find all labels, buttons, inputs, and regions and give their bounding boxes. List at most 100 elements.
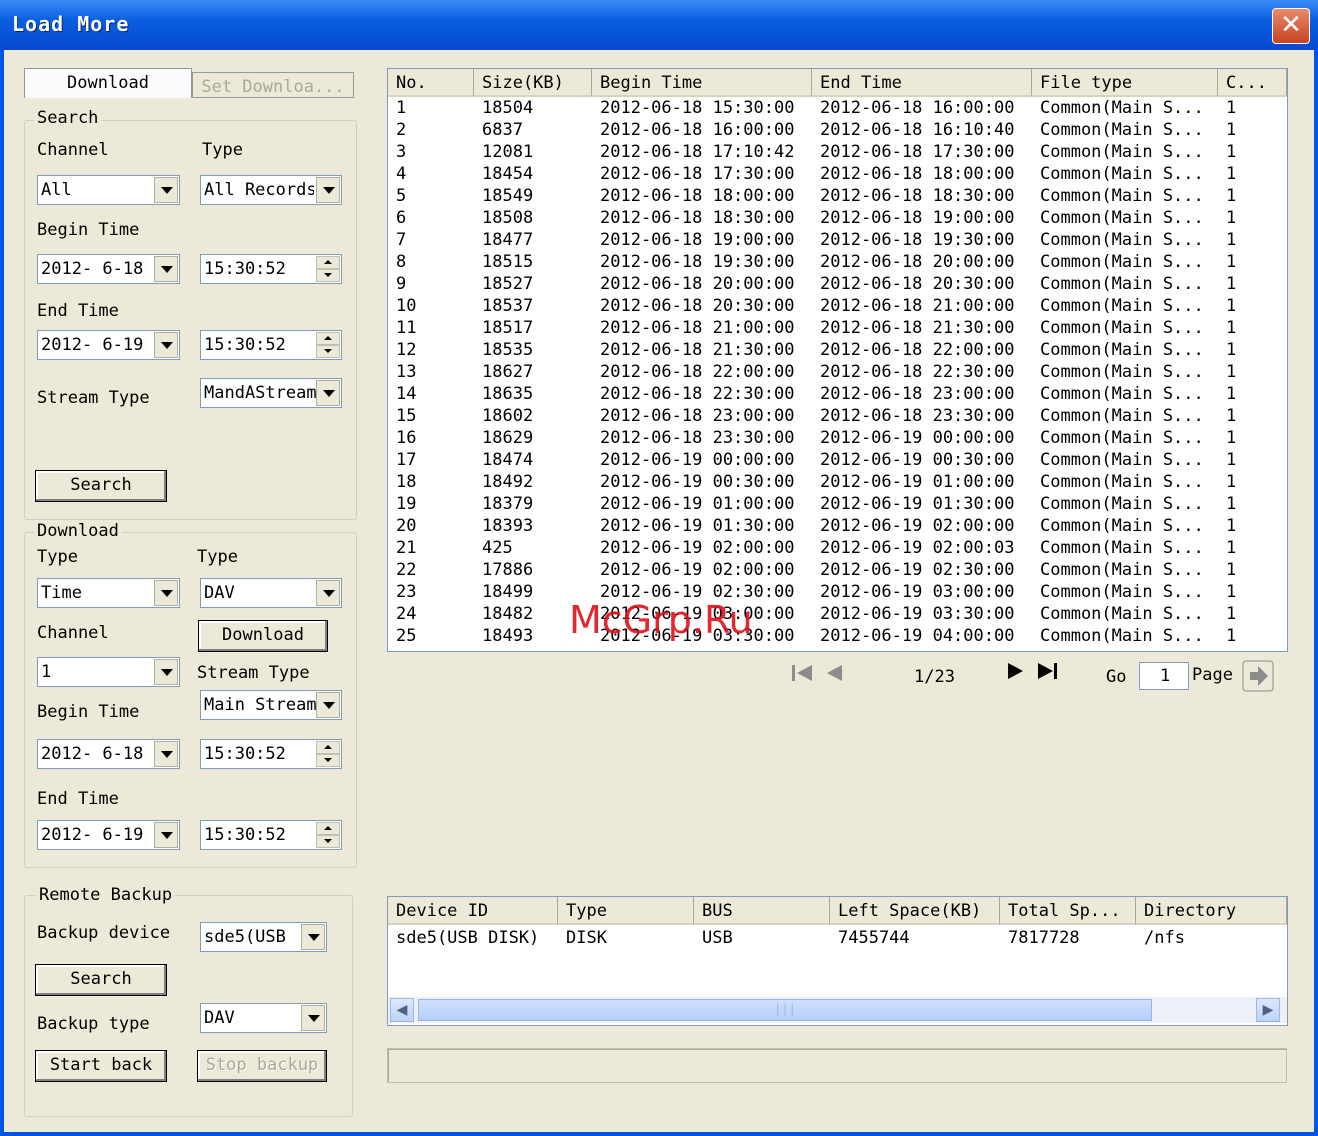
table-row[interactable]: 15 18602 2012-06-18 23:00:00 2012-06-18 23:… [388, 405, 1287, 427]
spin-up-icon[interactable] [316, 741, 340, 754]
table-row[interactable]: 21 425 2012-06-19 02:00:00 2012-06-19 02:00… [388, 537, 1287, 559]
table-row[interactable]: 6 18508 2012-06-18 18:30:00 2012-06-18 19:0… [388, 207, 1287, 229]
table-row[interactable]: 14 18635 2012-06-18 22:30:00 2012-06-18 23:… [388, 383, 1287, 405]
table-row[interactable]: 5 18549 2012-06-18 18:00:00 2012-06-18 18:3… [388, 185, 1287, 207]
download-stream-type-select[interactable]: Main Stream [200, 690, 342, 720]
column-header[interactable]: Directory [1136, 897, 1287, 925]
column-header[interactable]: Device ID [388, 897, 558, 925]
table-row[interactable]: 8 18515 2012-06-18 19:30:00 2012-06-18 20:0… [388, 251, 1287, 273]
search-button[interactable]: Search [35, 470, 167, 502]
prev-page-icon[interactable] [824, 662, 846, 684]
begin-time-label: Begin Time [37, 220, 140, 240]
type-select[interactable]: All Records [200, 175, 342, 205]
chevron-down-icon[interactable] [301, 924, 325, 950]
table-row[interactable]: 11 18517 2012-06-18 21:00:00 2012-06-18 21:… [388, 317, 1287, 339]
go-arrow-icon[interactable] [1242, 660, 1274, 692]
table-row[interactable]: 1 18504 2012-06-18 15:30:00 2012-06-18 16:0… [388, 97, 1287, 119]
backup-type-select[interactable]: DAV [200, 1003, 327, 1033]
chevron-down-icon[interactable] [154, 332, 178, 358]
chevron-down-icon[interactable] [154, 177, 178, 203]
first-page-icon[interactable] [790, 662, 814, 684]
chevron-down-icon[interactable] [154, 822, 178, 848]
next-page-icon[interactable] [1004, 660, 1026, 682]
download-begin-date-picker[interactable]: 2012- 6-18 [37, 739, 180, 769]
table-row[interactable]: 20 18393 2012-06-19 01:30:00 2012-06-19 02:… [388, 515, 1287, 537]
table-row[interactable]: 16 18629 2012-06-18 23:30:00 2012-06-19 00:… [388, 427, 1287, 449]
table-row[interactable]: 13 18627 2012-06-18 22:00:00 2012-06-18 22:… [388, 361, 1287, 383]
chevron-down-icon[interactable] [316, 380, 340, 406]
download-channel-select[interactable]: 1 [37, 657, 180, 687]
table-row[interactable]: 19 18379 2012-06-19 01:00:00 2012-06-19 01:… [388, 493, 1287, 515]
begin-date-picker[interactable]: 2012- 6-18 [37, 254, 180, 284]
end-time-spinner[interactable]: 15:30:52 [200, 330, 342, 360]
table-row[interactable]: 24 18482 2012-06-19 03:00:00 2012-06-19 03:… [388, 603, 1287, 625]
spin-up-icon[interactable] [316, 822, 340, 835]
download-end-time-spinner[interactable]: 15:30:52 [200, 820, 342, 850]
spin-down-icon[interactable] [316, 835, 340, 848]
spin-down-icon[interactable] [316, 269, 340, 282]
column-header[interactable]: File type [1032, 69, 1218, 97]
file-type-select[interactable]: DAV [200, 578, 342, 608]
table-row[interactable]: sde5(USB DISK) DISK USB 7455744 7817728/nfs [388, 927, 1287, 949]
chevron-down-icon[interactable] [154, 741, 178, 767]
column-header[interactable]: BUS [694, 897, 830, 925]
stream-type-select[interactable]: MandAStream [200, 378, 342, 408]
chevron-down-icon[interactable] [154, 580, 178, 606]
table-row[interactable]: 17 18474 2012-06-19 00:00:00 2012-06-19 00:… [388, 449, 1287, 471]
title-bar[interactable]: Load More ✕ [0, 0, 1318, 50]
download-begin-time-spinner[interactable]: 15:30:52 [200, 739, 342, 769]
table-row[interactable]: 22 17886 2012-06-19 02:00:00 2012-06-19 02:… [388, 559, 1287, 581]
spin-down-icon[interactable] [316, 754, 340, 767]
table-row[interactable]: 4 18454 2012-06-18 17:30:00 2012-06-18 18:0… [388, 163, 1287, 185]
go-page-input[interactable]: 1 [1139, 662, 1189, 690]
table-row[interactable]: 7 18477 2012-06-18 19:00:00 2012-06-18 19:3… [388, 229, 1287, 251]
column-header[interactable]: End Time [812, 69, 1032, 97]
spin-up-icon[interactable] [316, 256, 340, 269]
last-page-icon[interactable] [1036, 660, 1060, 682]
column-header[interactable]: Type [558, 897, 694, 925]
chevron-down-icon[interactable] [316, 692, 340, 718]
scroll-thumb[interactable]: ||| [418, 999, 1152, 1021]
column-header[interactable]: Total Sp... [1000, 897, 1136, 925]
table-row[interactable]: 25 18493 2012-06-19 03:30:00 2012-06-19 04:… [388, 625, 1287, 647]
chevron-down-icon[interactable] [316, 580, 340, 606]
start-backup-button[interactable]: Start back [35, 1050, 167, 1082]
table-row[interactable]: 10 18537 2012-06-18 20:30:00 2012-06-18 21:… [388, 295, 1287, 317]
tab-set-download[interactable]: Set Downloa... [192, 72, 354, 98]
stop-backup-button[interactable]: Stop backup [197, 1050, 327, 1082]
end-date-picker[interactable]: 2012- 6-19 [37, 330, 180, 360]
table-cell: 11 [396, 318, 417, 338]
table-row[interactable]: 3 12081 2012-06-18 17:10:42 2012-06-18 17:3… [388, 141, 1287, 163]
download-type-select[interactable]: Time [37, 578, 180, 608]
device-table[interactable]: Device ID Type BUS Left Space(KB) Total Sp..… [387, 896, 1288, 1026]
scroll-right-icon[interactable]: ▶ [1256, 998, 1280, 1022]
begin-time-spinner[interactable]: 15:30:52 [200, 254, 342, 284]
tab-download[interactable]: Download [24, 68, 192, 98]
download-button[interactable]: Download [198, 620, 328, 652]
column-header[interactable]: Begin Time [592, 69, 812, 97]
column-header[interactable]: Size(KB) [474, 69, 592, 97]
close-button[interactable]: ✕ [1272, 8, 1310, 44]
chevron-down-icon[interactable] [316, 177, 340, 203]
download-end-date-picker[interactable]: 2012- 6-19 [37, 820, 180, 850]
backup-search-button[interactable]: Search [35, 964, 167, 996]
table-row[interactable]: 9 18527 2012-06-18 20:00:00 2012-06-18 20:3… [388, 273, 1287, 295]
column-header[interactable]: Left Space(KB) [830, 897, 1000, 925]
spin-down-icon[interactable] [316, 345, 340, 358]
backup-device-select[interactable]: sde5(USB [200, 922, 327, 952]
table-row[interactable]: 2 6837 2012-06-18 16:00:00 2012-06-18 16:10… [388, 119, 1287, 141]
table-row[interactable]: 18 18492 2012-06-19 00:30:00 2012-06-19 01:… [388, 471, 1287, 493]
download-type-label: Type [37, 547, 78, 567]
column-header[interactable]: C... [1218, 69, 1287, 97]
chevron-down-icon[interactable] [154, 659, 178, 685]
table-row[interactable]: 12 18535 2012-06-18 21:30:00 2012-06-18 22:… [388, 339, 1287, 361]
chevron-down-icon[interactable] [154, 256, 178, 282]
file-table[interactable]: No. Size(KB) Begin Time End Time File type C.… [387, 68, 1288, 652]
spin-up-icon[interactable] [316, 332, 340, 345]
scroll-left-icon[interactable]: ◀ [390, 998, 414, 1022]
column-header[interactable]: No. [388, 69, 474, 97]
table-row[interactable]: 23 18499 2012-06-19 02:30:00 2012-06-19 03:… [388, 581, 1287, 603]
horizontal-scrollbar[interactable]: ◀ ||| ▶ [388, 997, 1287, 1023]
chevron-down-icon[interactable] [301, 1005, 325, 1031]
channel-select[interactable]: All [37, 175, 180, 205]
